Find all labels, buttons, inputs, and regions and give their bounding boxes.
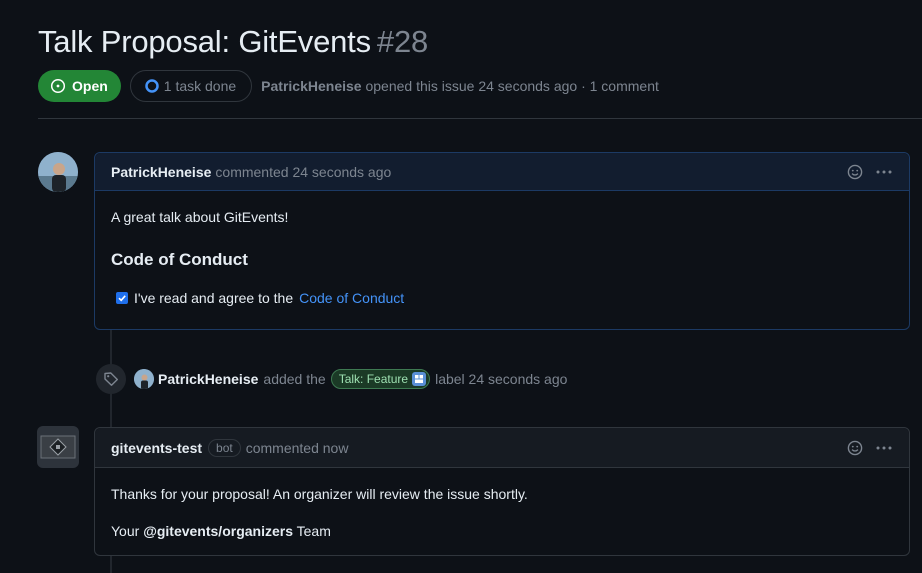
signoff-suffix: Team bbox=[296, 523, 331, 539]
issue-meta: Open 1 task done PatrickHeneise opened t… bbox=[38, 70, 659, 102]
label-event: PatrickHeneise added the Talk: Feature l… bbox=[96, 364, 568, 394]
comment-timestamp[interactable]: commented 24 seconds ago bbox=[215, 164, 391, 180]
task-checkbox[interactable] bbox=[116, 292, 128, 304]
comment-header: PatrickHeneise commented 24 seconds ago bbox=[95, 153, 909, 191]
event-actor-link[interactable]: PatrickHeneise bbox=[158, 371, 258, 387]
comment-body: Thanks for your proposal! An organizer w… bbox=[95, 468, 909, 558]
bot-badge: bot bbox=[208, 438, 241, 457]
comment-box: PatrickHeneise commented 24 seconds ago … bbox=[94, 152, 910, 330]
avatar[interactable] bbox=[38, 152, 78, 192]
status-label: Open bbox=[72, 78, 108, 94]
smiley-icon[interactable] bbox=[847, 440, 863, 456]
status-badge: Open bbox=[38, 70, 121, 102]
progress-ring-icon bbox=[145, 79, 159, 93]
issue-opened-text: opened this issue 24 seconds ago · 1 com… bbox=[365, 78, 659, 94]
user-photo-icon bbox=[134, 369, 154, 389]
comment-actions bbox=[847, 440, 893, 456]
label-emoji-icon bbox=[412, 372, 427, 386]
comment-author-link[interactable]: gitevents-test bbox=[111, 440, 202, 456]
page-title: Talk Proposal: GitEvents #28 bbox=[38, 24, 428, 60]
code-of-conduct-link[interactable]: Code of Conduct bbox=[299, 290, 404, 306]
task-progress-badge[interactable]: 1 task done bbox=[129, 70, 253, 102]
event-suffix-text: label 24 seconds ago bbox=[435, 371, 568, 387]
comment-text: Thanks for your proposal! An organizer w… bbox=[111, 486, 528, 502]
kebab-menu-icon[interactable] bbox=[875, 164, 893, 180]
signoff-prefix: Your bbox=[111, 523, 140, 539]
issue-author-link[interactable]: PatrickHeneise bbox=[261, 78, 361, 94]
label-chip[interactable]: Talk: Feature bbox=[330, 369, 431, 389]
user-photo-icon bbox=[38, 152, 78, 192]
issue-page: Talk Proposal: GitEvents #28 Open 1 task … bbox=[0, 0, 922, 573]
issue-title-text: Talk Proposal: GitEvents bbox=[38, 24, 371, 59]
avatar[interactable] bbox=[134, 369, 154, 389]
kebab-menu-icon[interactable] bbox=[875, 440, 893, 456]
issue-opened-info: PatrickHeneise opened this issue 24 seco… bbox=[261, 78, 659, 94]
bot-avatar[interactable] bbox=[37, 426, 79, 468]
event-action-text: added the bbox=[263, 371, 326, 387]
task-progress-text: 1 task done bbox=[163, 78, 237, 94]
bot-logo-icon bbox=[40, 435, 76, 459]
comment-heading: Code of Conduct bbox=[111, 250, 248, 269]
team-mention-link[interactable]: @gitevents/organizers bbox=[143, 523, 293, 539]
issue-number: #28 bbox=[376, 24, 429, 59]
tag-icon bbox=[96, 364, 126, 394]
comment-actions bbox=[847, 164, 893, 180]
task-text: I've read and agree to the bbox=[134, 290, 294, 306]
label-name: Talk: Feature bbox=[338, 372, 409, 386]
smiley-icon[interactable] bbox=[847, 164, 863, 180]
comment-signoff: Your @gitevents/organizers Team bbox=[111, 521, 893, 542]
comment-box: gitevents-test bot commented now Thanks … bbox=[94, 427, 910, 556]
comment-timestamp[interactable]: commented now bbox=[246, 440, 349, 456]
check-icon bbox=[118, 295, 126, 302]
header-divider bbox=[38, 118, 922, 119]
comment-header: gitevents-test bot commented now bbox=[95, 428, 909, 468]
comment-text: A great talk about GitEvents! bbox=[111, 209, 289, 225]
task-list-item: I've read and agree to the Code of Condu… bbox=[116, 290, 893, 306]
comment-body: A great talk about GitEvents! Code of Co… bbox=[95, 191, 909, 322]
comment-author-link[interactable]: PatrickHeneise bbox=[111, 164, 211, 180]
issue-open-icon bbox=[50, 78, 66, 94]
